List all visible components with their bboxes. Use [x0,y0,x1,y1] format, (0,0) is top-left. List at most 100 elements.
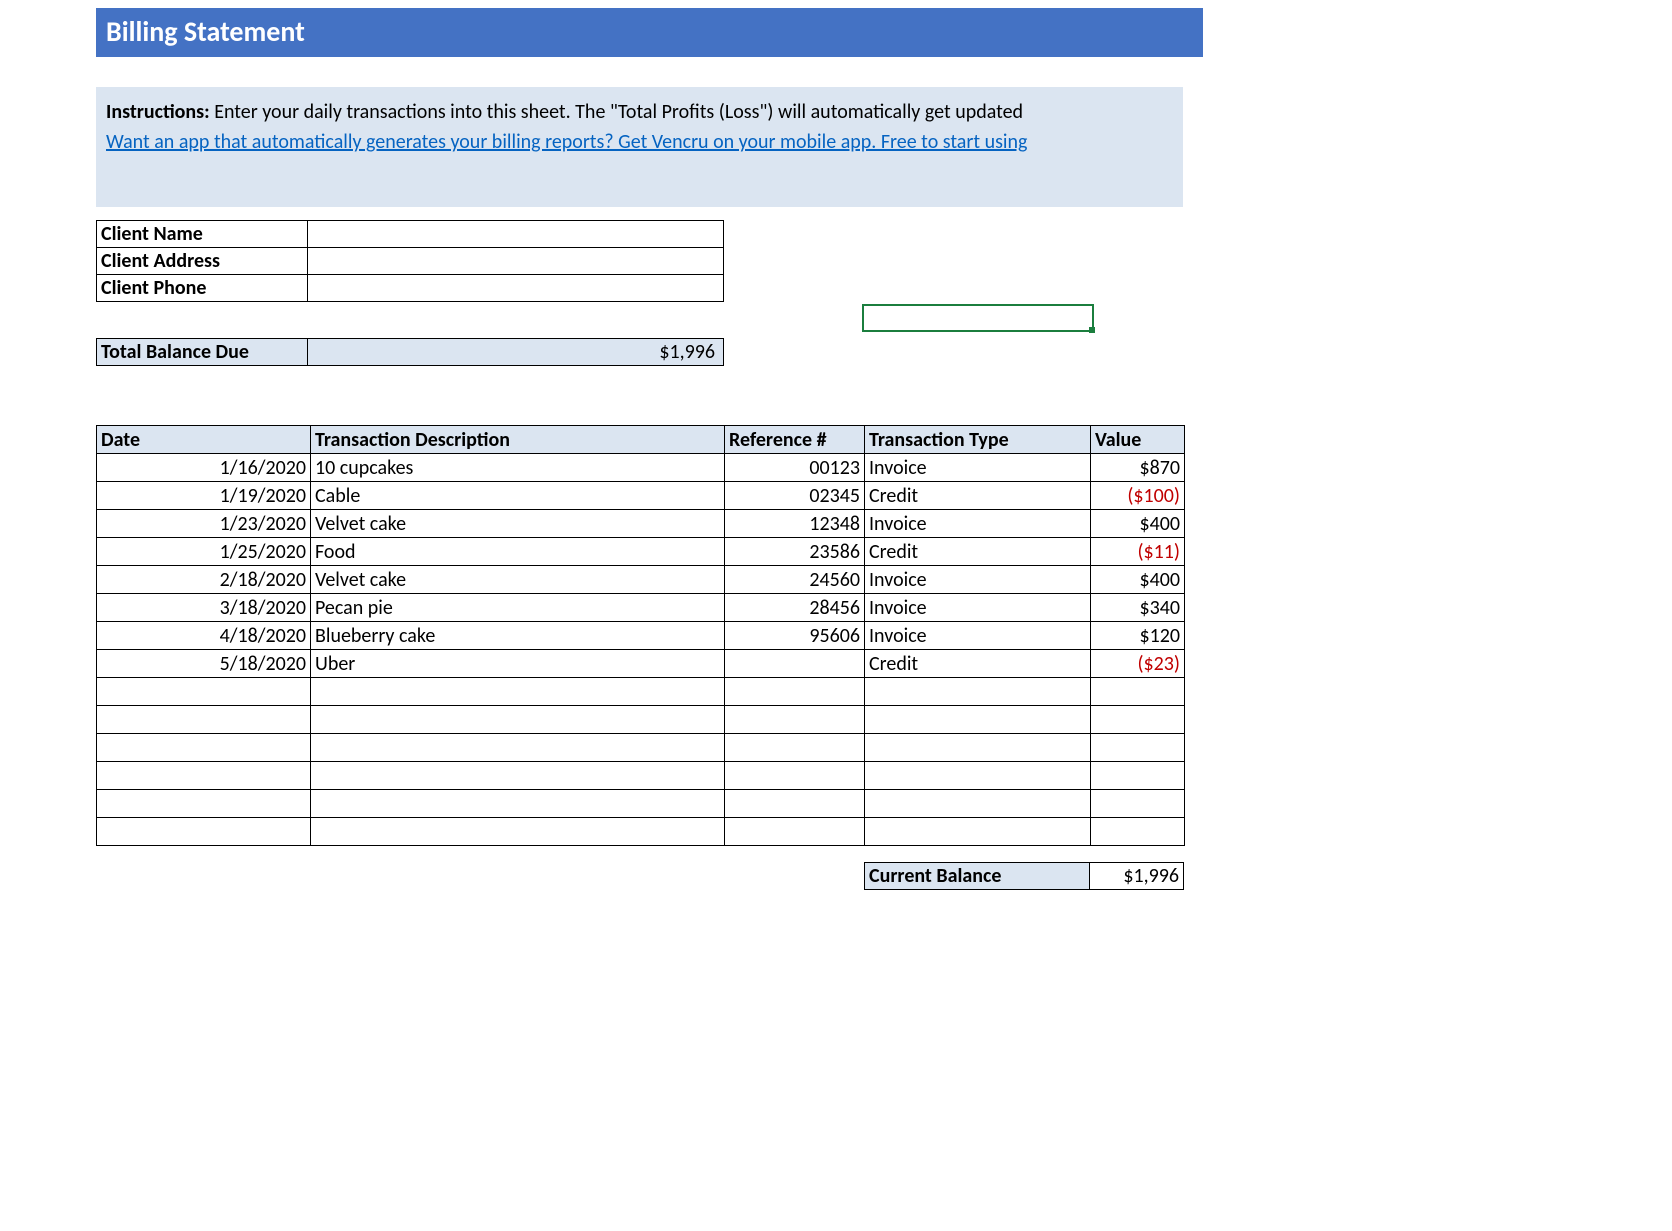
cell-desc[interactable] [311,706,725,734]
header-type: Transaction Type [865,426,1091,454]
client-info-block: Client Name Client Address Client Phone [96,220,724,301]
cell-desc[interactable]: Velvet cake [311,566,725,594]
cell-ref[interactable]: 23586 [725,538,865,566]
cell-date[interactable] [97,734,311,762]
cell-desc[interactable] [311,762,725,790]
cell-ref[interactable] [725,650,865,678]
cell-date[interactable]: 3/18/2020 [97,594,311,622]
current-balance-label: Current Balance [864,862,1090,890]
cell-type[interactable] [865,790,1091,818]
cell-value[interactable]: $400 [1091,510,1185,538]
cell-desc[interactable] [311,678,725,706]
client-phone-cell[interactable] [308,274,724,302]
cell-type[interactable] [865,678,1091,706]
cell-value[interactable]: ($11) [1091,538,1185,566]
table-row [97,678,1185,706]
cell-date[interactable]: 5/18/2020 [97,650,311,678]
cell-value[interactable]: $870 [1091,454,1185,482]
cell-value[interactable] [1091,762,1185,790]
table-row [97,734,1185,762]
instructions-label: Instructions: [106,100,210,124]
cell-value[interactable] [1091,734,1185,762]
cell-ref[interactable] [725,734,865,762]
total-balance-row: Total Balance Due $1,996 [96,338,724,366]
header-value: Value [1091,426,1185,454]
cell-desc[interactable]: Pecan pie [311,594,725,622]
cell-value[interactable]: ($100) [1091,482,1185,510]
title-text: Billing Statement [106,14,305,49]
header-date: Date [97,426,311,454]
client-name-row: Client Name [96,220,724,247]
cell-type[interactable] [865,734,1091,762]
table-row: 4/18/2020Blueberry cake95606Invoice$120 [97,622,1185,650]
active-cell-selection[interactable] [862,304,1094,332]
cell-type[interactable] [865,818,1091,846]
cell-value[interactable]: ($23) [1091,650,1185,678]
cell-date[interactable]: 1/25/2020 [97,538,311,566]
instructions-box: Instructions: Enter your daily transacti… [96,87,1183,207]
cell-type[interactable] [865,706,1091,734]
instructions-link[interactable]: Want an app that automatically generates… [106,130,1027,154]
cell-desc[interactable]: Food [311,538,725,566]
cell-type[interactable]: Invoice [865,510,1091,538]
cell-value[interactable] [1091,790,1185,818]
cell-ref[interactable] [725,678,865,706]
cell-date[interactable] [97,762,311,790]
cell-date[interactable]: 1/23/2020 [97,510,311,538]
table-row: 1/19/2020Cable02345Credit($100) [97,482,1185,510]
cell-date[interactable] [97,790,311,818]
cell-desc[interactable]: 10 cupcakes [311,454,725,482]
cell-type[interactable]: Invoice [865,566,1091,594]
header-desc: Transaction Description [311,426,725,454]
cell-type[interactable]: Invoice [865,454,1091,482]
cell-type[interactable] [865,762,1091,790]
cell-ref[interactable]: 12348 [725,510,865,538]
table-row [97,706,1185,734]
table-row: 1/25/2020Food23586Credit($11) [97,538,1185,566]
cell-value[interactable]: $340 [1091,594,1185,622]
cell-desc[interactable] [311,790,725,818]
cell-desc[interactable] [311,734,725,762]
table-row: 3/18/2020Pecan pie28456Invoice$340 [97,594,1185,622]
cell-desc[interactable]: Velvet cake [311,510,725,538]
cell-date[interactable] [97,818,311,846]
cell-date[interactable] [97,706,311,734]
total-balance-value: $1,996 [308,338,724,366]
cell-ref[interactable]: 02345 [725,482,865,510]
total-balance-label: Total Balance Due [96,338,308,366]
cell-desc[interactable]: Uber [311,650,725,678]
cell-value[interactable] [1091,818,1185,846]
cell-desc[interactable]: Cable [311,482,725,510]
cell-ref[interactable] [725,790,865,818]
cell-value[interactable]: $120 [1091,622,1185,650]
cell-ref[interactable]: 95606 [725,622,865,650]
cell-type[interactable]: Credit [865,650,1091,678]
client-address-row: Client Address [96,247,724,274]
cell-type[interactable]: Invoice [865,622,1091,650]
current-balance-row: Current Balance $1,996 [864,862,1184,890]
cell-type[interactable]: Credit [865,538,1091,566]
table-row: 1/23/2020Velvet cake12348Invoice$400 [97,510,1185,538]
cell-type[interactable]: Invoice [865,594,1091,622]
cell-desc[interactable]: Blueberry cake [311,622,725,650]
cell-ref[interactable]: 00123 [725,454,865,482]
client-phone-label: Client Phone [96,274,308,302]
cell-ref[interactable] [725,818,865,846]
cell-date[interactable]: 2/18/2020 [97,566,311,594]
cell-ref[interactable] [725,762,865,790]
cell-desc[interactable] [311,818,725,846]
cell-date[interactable]: 1/16/2020 [97,454,311,482]
cell-value[interactable]: $400 [1091,566,1185,594]
cell-date[interactable]: 4/18/2020 [97,622,311,650]
cell-type[interactable]: Credit [865,482,1091,510]
transactions-table: Date Transaction Description Reference #… [96,425,1185,846]
client-name-cell[interactable] [308,220,724,248]
cell-ref[interactable] [725,706,865,734]
cell-ref[interactable]: 28456 [725,594,865,622]
cell-ref[interactable]: 24560 [725,566,865,594]
cell-value[interactable] [1091,678,1185,706]
cell-date[interactable] [97,678,311,706]
cell-date[interactable]: 1/19/2020 [97,482,311,510]
cell-value[interactable] [1091,706,1185,734]
client-address-cell[interactable] [308,247,724,275]
